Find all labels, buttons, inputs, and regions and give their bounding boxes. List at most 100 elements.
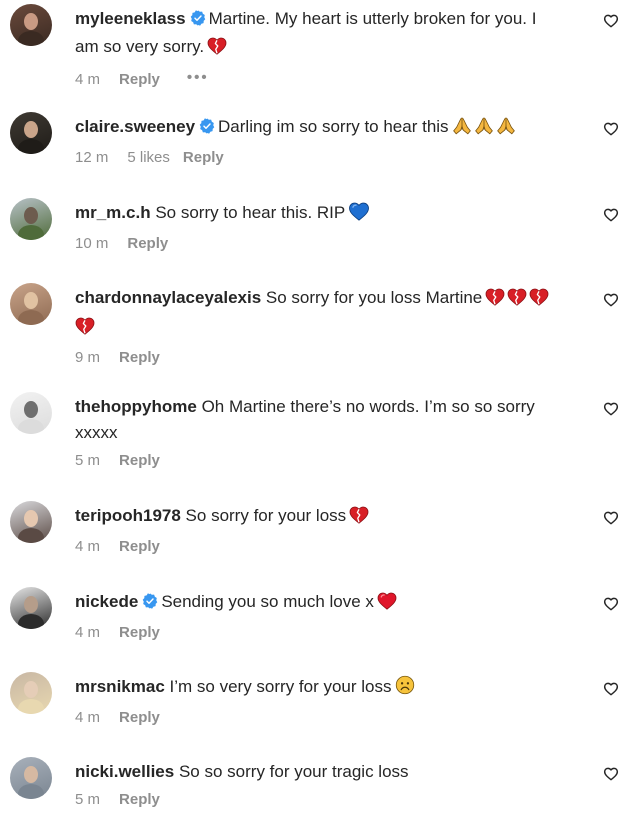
username-link[interactable]: nicki.wellies xyxy=(75,762,174,781)
folded-hands-emoji-icon xyxy=(474,116,494,143)
heart-outline-icon[interactable] xyxy=(603,13,619,29)
comment-text-line1: So sorry for your loss xyxy=(185,506,347,525)
comment-text: claire.sweeney Darling im so sorry to hea… xyxy=(75,114,580,143)
comment-text-line1: Martine. My heart is utterly broken for … xyxy=(208,9,537,28)
verified-badge-icon xyxy=(199,116,215,142)
reply-button[interactable]: Reply xyxy=(119,623,160,643)
comment-body: chardonnaylaceyalexis So sorry for you l… xyxy=(75,285,580,368)
comment-text-line1: So sorry for you loss Martine xyxy=(265,288,483,307)
heart-outline-icon[interactable] xyxy=(603,681,619,697)
broken-heart-emoji-icon xyxy=(207,37,227,63)
comment-body: nickede Sending you so much love x 4 m Repl… xyxy=(75,589,580,643)
broken-heart-emoji-icon xyxy=(485,288,505,314)
sad-face-emoji-icon xyxy=(395,675,415,703)
verified-badge-icon xyxy=(190,8,206,34)
avatar[interactable] xyxy=(10,757,52,799)
comment-text-line1: I’m so very sorry for your loss xyxy=(169,677,392,696)
comment-text: nicki.wellies So so sorry for your tragi… xyxy=(75,759,580,785)
comment-timestamp[interactable]: 4 m xyxy=(75,537,100,557)
comment-body: thehoppyhome Oh Martine there’s no words… xyxy=(75,394,580,471)
comment-text: mrsnikmac I’m so very sorry for your los… xyxy=(75,674,580,703)
avatar[interactable] xyxy=(10,392,52,434)
comment-text-line1: So sorry to hear this. RIP xyxy=(155,203,346,222)
reply-button[interactable]: Reply xyxy=(127,234,168,254)
comment-text-line2: xxxxx xyxy=(75,423,118,442)
username-link[interactable]: chardonnaylaceyalexis xyxy=(75,288,261,307)
reply-button[interactable]: Reply xyxy=(119,790,160,810)
comment-meta: 10 m Reply xyxy=(75,234,580,254)
red-heart-emoji-icon xyxy=(377,592,397,618)
comment-meta: 4 m Reply xyxy=(75,623,580,643)
heart-outline-icon[interactable] xyxy=(603,207,619,223)
comment-timestamp[interactable]: 4 m xyxy=(75,623,100,643)
reply-button[interactable]: Reply xyxy=(119,348,160,368)
heart-outline-icon[interactable] xyxy=(603,766,619,782)
comment-text-line1: Darling im so sorry to hear this xyxy=(218,117,449,136)
heart-outline-icon[interactable] xyxy=(603,121,619,137)
comment-text: mr_m.c.h So sorry to hear this. RIP xyxy=(75,200,580,229)
reply-button[interactable]: Reply xyxy=(183,148,224,168)
avatar[interactable] xyxy=(10,283,52,325)
broken-heart-emoji-icon xyxy=(529,288,549,314)
comment-meta: 4 m Reply ••• xyxy=(75,68,580,90)
more-options-button[interactable]: ••• xyxy=(187,68,209,88)
broken-heart-emoji-icon xyxy=(507,288,527,314)
heart-outline-icon[interactable] xyxy=(603,292,619,308)
comment-timestamp[interactable]: 4 m xyxy=(75,708,100,728)
heart-outline-icon[interactable] xyxy=(603,596,619,612)
comment-text: myleeneklass Martine. My heart is utterly… xyxy=(75,6,580,63)
comment-text-line1: Sending you so much love x xyxy=(161,592,374,611)
comment-meta: 4 m Reply xyxy=(75,708,580,728)
folded-hands-emoji-icon xyxy=(496,116,516,143)
comment-body: nicki.wellies So so sorry for your tragi… xyxy=(75,759,580,810)
comment-body: teripooh1978 So sorry for your loss 4 m Re… xyxy=(75,503,580,557)
heart-outline-icon[interactable] xyxy=(603,401,619,417)
avatar[interactable] xyxy=(10,112,52,154)
heart-outline-icon[interactable] xyxy=(603,510,619,526)
verified-badge-icon xyxy=(142,591,158,617)
comment-text: thehoppyhome Oh Martine there’s no words… xyxy=(75,394,580,446)
username-link[interactable]: mr_m.c.h xyxy=(75,203,151,222)
folded-hands-emoji-icon xyxy=(452,116,472,143)
comment-timestamp[interactable]: 4 m xyxy=(75,70,100,90)
comment-meta: 5 m Reply xyxy=(75,790,580,810)
username-link[interactable]: mrsnikmac xyxy=(75,677,165,696)
blue-heart-emoji-icon xyxy=(348,202,370,229)
broken-heart-emoji-icon xyxy=(349,506,369,532)
comment-text-line2: am so very sorry. xyxy=(75,37,205,56)
reply-button[interactable]: Reply xyxy=(119,451,160,471)
comment-meta: 5 m Reply xyxy=(75,451,580,471)
comment-body: mrsnikmac I’m so very sorry for your los… xyxy=(75,674,580,728)
comment-text: nickede Sending you so much love x xyxy=(75,589,580,618)
comment-timestamp[interactable]: 5 m xyxy=(75,451,100,471)
avatar[interactable] xyxy=(10,198,52,240)
username-link[interactable]: myleeneklass xyxy=(75,9,186,28)
comment-text: chardonnaylaceyalexis So sorry for you l… xyxy=(75,285,580,343)
avatar[interactable] xyxy=(10,587,52,629)
username-link[interactable]: nickede xyxy=(75,592,138,611)
avatar[interactable] xyxy=(10,501,52,543)
reply-button[interactable]: Reply xyxy=(119,70,160,90)
username-link[interactable]: thehoppyhome xyxy=(75,397,197,416)
comment-timestamp[interactable]: 9 m xyxy=(75,348,100,368)
comment-text: teripooh1978 So sorry for your loss xyxy=(75,503,580,532)
username-link[interactable]: teripooh1978 xyxy=(75,506,181,525)
comment-body: myleeneklass Martine. My heart is utterly… xyxy=(75,6,580,90)
reply-button[interactable]: Reply xyxy=(119,708,160,728)
comment-timestamp[interactable]: 10 m xyxy=(75,234,108,254)
reply-button[interactable]: Reply xyxy=(119,537,160,557)
avatar[interactable] xyxy=(10,4,52,46)
likes-count[interactable]: 5 likes xyxy=(127,148,170,168)
comment-body: mr_m.c.h So sorry to hear this. RIP 10 m R… xyxy=(75,200,580,254)
comment-text-line1: So so sorry for your tragic loss xyxy=(178,762,409,781)
username-link[interactable]: claire.sweeney xyxy=(75,117,195,136)
comment-meta: 12 m 5 likes Reply xyxy=(75,148,580,168)
comment-body: claire.sweeney Darling im so sorry to hea… xyxy=(75,114,580,168)
avatar[interactable] xyxy=(10,672,52,714)
comment-meta: 9 m Reply xyxy=(75,348,580,368)
broken-heart-emoji-icon xyxy=(75,317,95,343)
comment-text-line1: Oh Martine there’s no words. I’m so so s… xyxy=(201,397,535,416)
comment-timestamp[interactable]: 5 m xyxy=(75,790,100,810)
comment-meta: 4 m Reply xyxy=(75,537,580,557)
comment-timestamp[interactable]: 12 m xyxy=(75,148,108,168)
